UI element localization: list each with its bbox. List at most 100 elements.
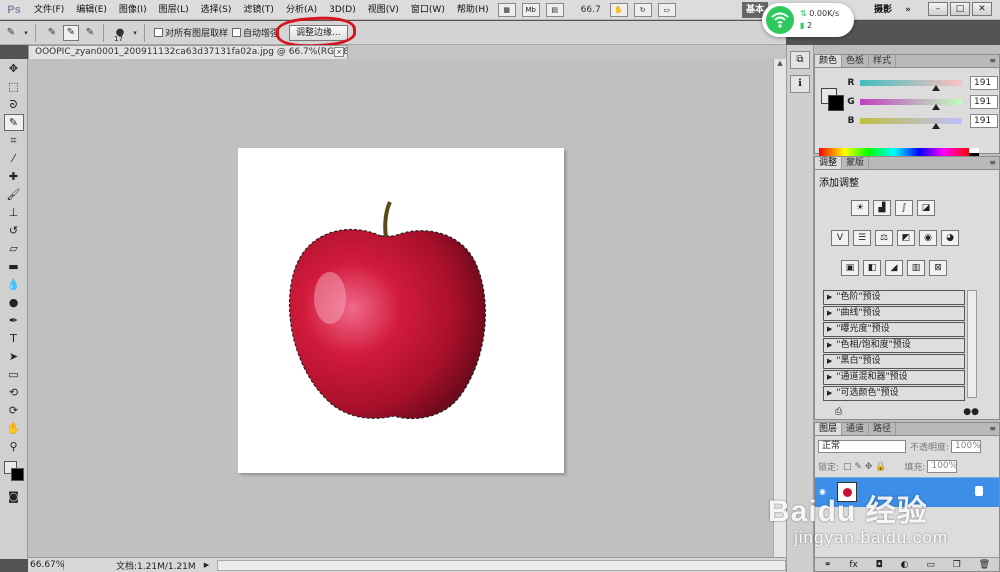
network-popup[interactable]: ⇅ 0.00K/s ▮ 2 bbox=[762, 3, 854, 37]
panel-menu-icon[interactable]: ≡ bbox=[989, 56, 996, 65]
history-brush-tool-icon[interactable]: ↺ bbox=[4, 222, 24, 239]
3d-rotate-tool-icon[interactable]: ⟲ bbox=[4, 384, 24, 401]
arrange-icon[interactable]: ▤ bbox=[545, 2, 564, 17]
channel-mixer-icon[interactable]: ◕ bbox=[941, 230, 959, 246]
link-layers-icon[interactable]: ⚭ bbox=[824, 560, 832, 570]
path-selection-tool-icon[interactable]: ➤ bbox=[4, 348, 24, 365]
auto-enhance-checkbox[interactable]: 自动增强 bbox=[232, 26, 279, 39]
curves-icon[interactable]: ∫ bbox=[895, 200, 913, 216]
quick-select-tool-icon[interactable]: ✎ bbox=[3, 25, 19, 41]
subtract-selection-icon[interactable]: ✎ bbox=[82, 25, 98, 41]
color-swatches[interactable] bbox=[2, 461, 26, 487]
screen-mode-icon[interactable]: ▭ bbox=[657, 2, 676, 17]
adjustment-options-icon[interactable]: ●● bbox=[963, 407, 979, 417]
fill-field[interactable]: 100% bbox=[927, 460, 958, 473]
menu-select[interactable]: 选择(S) bbox=[195, 0, 238, 20]
minimize-button[interactable]: – bbox=[928, 2, 948, 16]
more-workspaces-button[interactable]: » bbox=[905, 2, 911, 18]
3d-orbit-tool-icon[interactable]: ⟳ bbox=[4, 402, 24, 419]
hue-saturation-icon[interactable]: ☰ bbox=[853, 230, 871, 246]
preset-black-white[interactable]: ▶ "黑白"预设 bbox=[823, 354, 965, 369]
quick-selection-tool-icon[interactable]: ✎ bbox=[3, 114, 24, 131]
tab-adjustments[interactable]: 调整 bbox=[815, 157, 843, 169]
panel-menu-icon[interactable]: ≡ bbox=[989, 158, 996, 167]
preset-levels[interactable]: ▶ "色阶"预设 bbox=[823, 290, 965, 305]
healing-brush-tool-icon[interactable]: ✚ bbox=[4, 168, 24, 185]
green-value-field[interactable]: 191 bbox=[970, 95, 998, 109]
eraser-tool-icon[interactable]: ▱ bbox=[4, 240, 24, 257]
visibility-eye-icon[interactable]: ◉ bbox=[819, 487, 829, 497]
status-menu-icon[interactable]: ▶ bbox=[204, 561, 209, 569]
menu-help[interactable]: 帮助(H) bbox=[451, 0, 495, 20]
lock-pixels-icon[interactable]: □ ✎ ✥ 🔒 bbox=[843, 462, 886, 472]
document-canvas[interactable] bbox=[238, 148, 564, 473]
posterize-icon[interactable]: ◧ bbox=[863, 260, 881, 276]
type-tool-icon[interactable]: T bbox=[4, 330, 24, 347]
gradient-map-icon[interactable]: ▥ bbox=[907, 260, 925, 276]
brush-tool-icon[interactable]: 🖌 bbox=[4, 186, 24, 203]
threshold-icon[interactable]: ◢ bbox=[885, 260, 903, 276]
tool-preset-dropdown-icon[interactable]: ▾ bbox=[22, 25, 30, 41]
canvas-area[interactable] bbox=[28, 59, 773, 557]
hand-tool-icon[interactable]: ✋ bbox=[4, 420, 24, 437]
horizontal-scrollbar[interactable] bbox=[217, 559, 786, 571]
layer-style-icon[interactable]: fx bbox=[849, 560, 858, 570]
dodge-tool-icon[interactable]: ● bbox=[4, 294, 24, 311]
tab-styles[interactable]: 样式 bbox=[869, 55, 897, 67]
add-to-selection-icon[interactable]: ✎ bbox=[63, 24, 79, 41]
preset-hue-saturation[interactable]: ▶ "色相/饱和度"预设 bbox=[823, 338, 965, 353]
blend-mode-select[interactable]: 正常 bbox=[818, 440, 906, 453]
mini-bridge-button[interactable]: Mb bbox=[521, 2, 540, 17]
brightness-contrast-icon[interactable]: ☀ bbox=[851, 200, 869, 216]
document-tab[interactable]: OOOPIC_zyan0001_200911132ca63d37131fa02a… bbox=[28, 45, 348, 59]
status-zoom-field[interactable]: 66.67% bbox=[28, 560, 64, 570]
bridge-icon[interactable]: ▦ bbox=[497, 2, 516, 17]
background-color-swatch[interactable] bbox=[10, 468, 24, 481]
new-selection-icon[interactable]: ✎ bbox=[44, 25, 60, 41]
sample-all-layers-checkbox[interactable]: 对所有图层取样 bbox=[154, 26, 228, 39]
menu-window[interactable]: 窗口(W) bbox=[405, 0, 451, 20]
tab-paths[interactable]: 路径 bbox=[869, 423, 897, 435]
workspace-photography-button[interactable]: 摄影 bbox=[874, 2, 892, 18]
quick-mask-icon[interactable]: ◙ bbox=[4, 488, 24, 505]
blue-value-field[interactable]: 191 bbox=[970, 114, 998, 128]
exposure-icon[interactable]: ◪ bbox=[917, 200, 935, 216]
gradient-tool-icon[interactable]: ▬ bbox=[4, 258, 24, 275]
close-tab-icon[interactable]: × bbox=[334, 47, 344, 57]
delete-layer-icon[interactable]: 🗑 bbox=[979, 560, 990, 570]
scroll-up-icon[interactable]: ▲ bbox=[774, 59, 786, 71]
preset-curves[interactable]: ▶ "曲线"预设 bbox=[823, 306, 965, 321]
marquee-tool-icon[interactable]: ⬚ bbox=[4, 78, 24, 95]
black-white-icon[interactable]: ◩ bbox=[897, 230, 915, 246]
move-tool-icon[interactable]: ✥ bbox=[4, 60, 24, 77]
preset-selective-color[interactable]: ▶ "可选颜色"预设 bbox=[823, 386, 965, 401]
selective-color-icon[interactable]: ⊠ bbox=[929, 260, 947, 276]
menu-layer[interactable]: 图层(L) bbox=[153, 0, 195, 20]
zoom-level[interactable]: 66.7 bbox=[581, 5, 601, 15]
rotate-view-icon[interactable]: ↻ bbox=[633, 2, 652, 17]
invert-icon[interactable]: ▣ bbox=[841, 260, 859, 276]
new-group-icon[interactable]: ▭ bbox=[926, 560, 935, 570]
vertical-scrollbar[interactable]: ▲ bbox=[773, 59, 786, 557]
red-slider[interactable] bbox=[860, 80, 962, 91]
color-balance-icon[interactable]: ⚖ bbox=[875, 230, 893, 246]
clone-stamp-tool-icon[interactable]: ⊥ bbox=[4, 204, 24, 221]
blue-slider[interactable] bbox=[860, 118, 962, 129]
crop-tool-icon[interactable]: ⌗ bbox=[4, 132, 24, 149]
preset-exposure[interactable]: ▶ "曝光度"预设 bbox=[823, 322, 965, 337]
close-button[interactable]: ✕ bbox=[972, 2, 992, 16]
eyedropper-tool-icon[interactable]: ⁄ bbox=[4, 150, 24, 167]
panel-menu-icon[interactable]: ≡ bbox=[989, 424, 996, 433]
green-slider[interactable] bbox=[860, 99, 962, 110]
opacity-field[interactable]: 100% bbox=[951, 440, 982, 453]
pen-tool-icon[interactable]: ✒ bbox=[4, 312, 24, 329]
levels-icon[interactable]: ▟ bbox=[873, 200, 891, 216]
panel-background-swatch[interactable] bbox=[828, 95, 844, 111]
slider-knob[interactable] bbox=[932, 85, 941, 91]
layer-mask-icon[interactable]: ◘ bbox=[876, 560, 883, 570]
menu-edit[interactable]: 编辑(E) bbox=[70, 0, 113, 20]
vibrance-icon[interactable]: V bbox=[831, 230, 849, 246]
slider-knob[interactable] bbox=[932, 104, 941, 110]
brushes-panel-icon[interactable]: ℹ bbox=[790, 75, 810, 93]
history-panel-icon[interactable]: ⧉ bbox=[790, 51, 810, 69]
